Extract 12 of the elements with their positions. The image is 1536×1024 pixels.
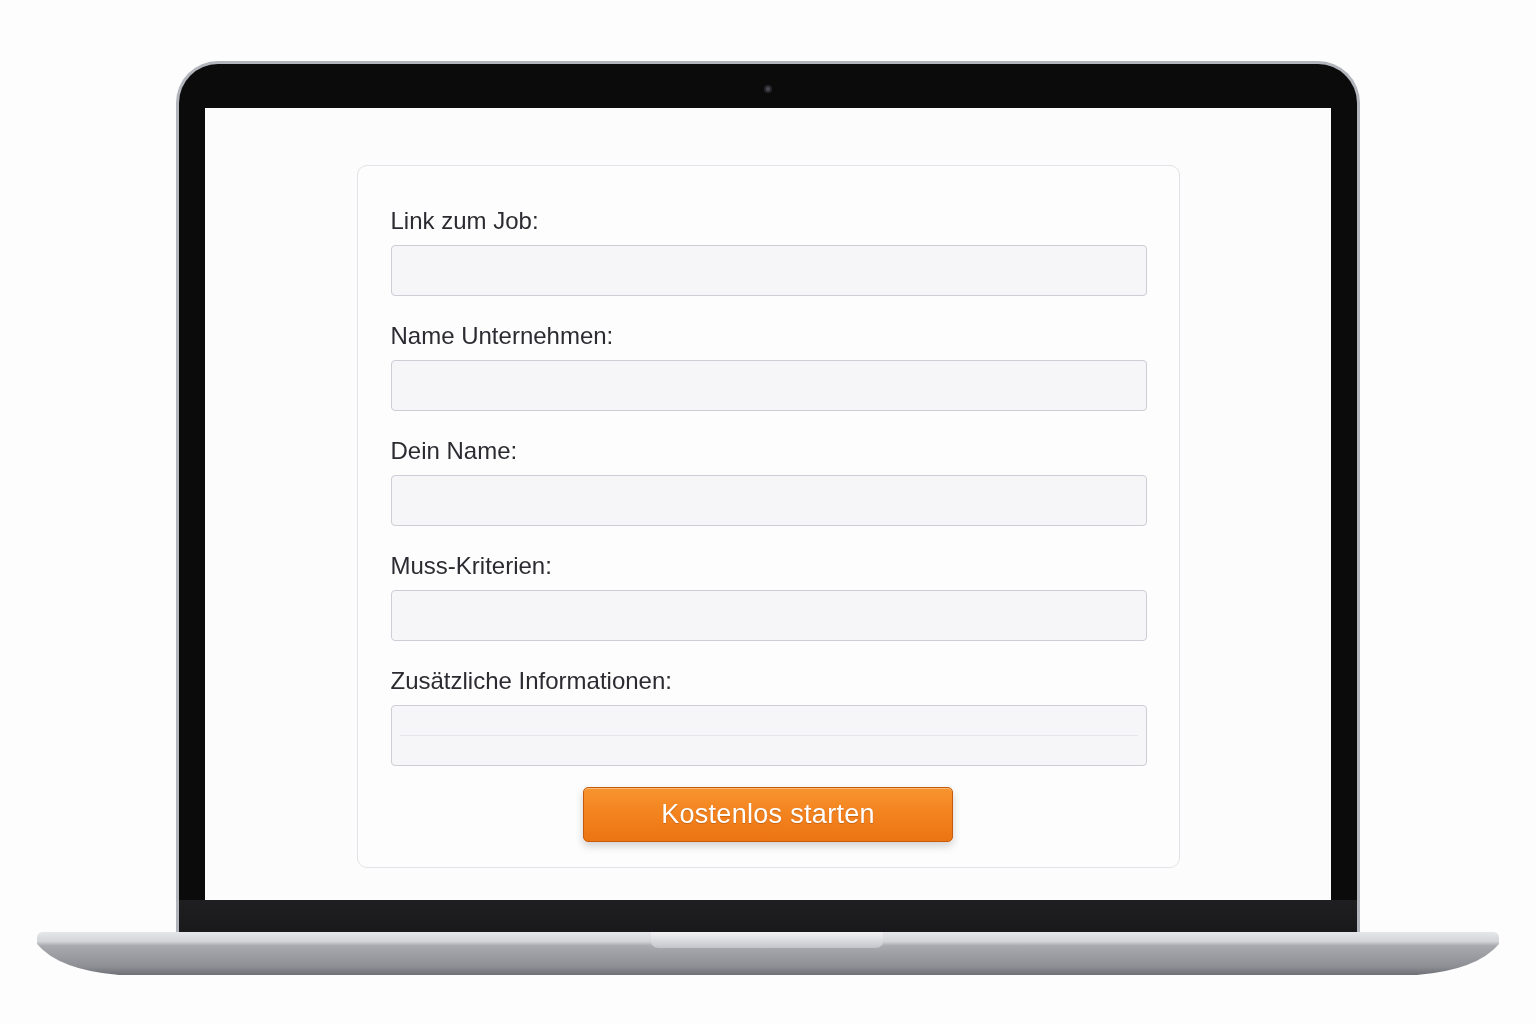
input-field[interactable] xyxy=(390,245,1147,296)
field-label: Dein Name: xyxy=(390,436,519,465)
field-label: Muss-Kriterien: xyxy=(390,551,553,580)
input-field[interactable] xyxy=(390,590,1147,641)
submit-button[interactable]: Kostenlos starten xyxy=(583,787,953,842)
field-label: Zusätzliche Informationen: xyxy=(390,666,673,695)
field-label: Link zum Job: xyxy=(390,206,540,235)
input-field[interactable] xyxy=(390,360,1147,411)
text-area[interactable] xyxy=(390,705,1147,766)
input-field[interactable] xyxy=(390,475,1147,526)
camera-icon xyxy=(764,85,772,93)
field-label: Name Unternehmen: xyxy=(390,321,615,350)
